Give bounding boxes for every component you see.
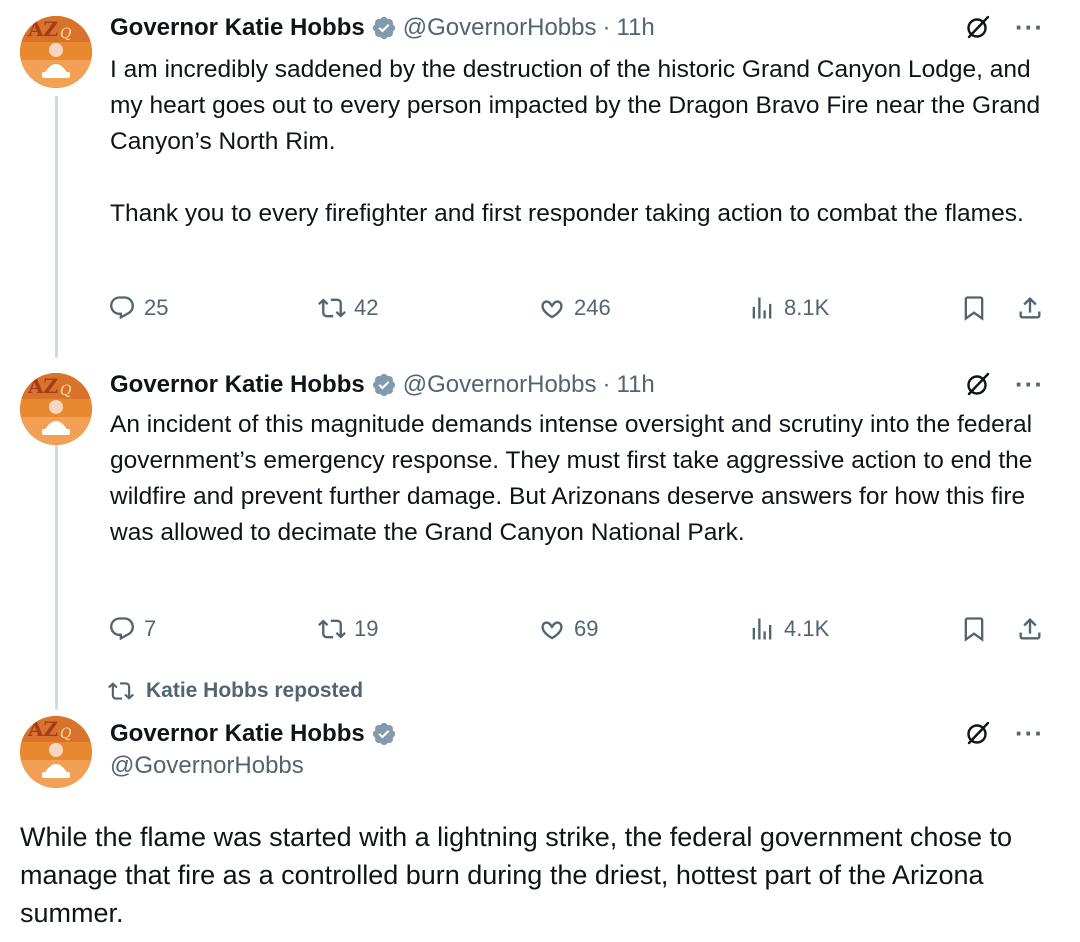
author-handle[interactable]: @GovernorHobbs	[403, 371, 597, 399]
views-count: 8.1K	[784, 295, 830, 320]
like-button[interactable]: 69	[538, 611, 598, 647]
retweet-icon	[318, 298, 346, 318]
verified-badge-icon[interactable]	[371, 721, 397, 747]
author-handle[interactable]: @GovernorHobbs	[403, 14, 597, 42]
tweet-actions: 7 19 69 4.1K	[108, 611, 1048, 647]
reply-button[interactable]: 7	[108, 611, 156, 647]
tweet-text: While the flame was started with a light…	[20, 822, 1012, 928]
tweet-paragraph: An incident of this magnitude demands in…	[110, 411, 1033, 546]
tweet-text: I am incredibly saddened by the destruct…	[110, 52, 1050, 232]
more-icon[interactable]: ···	[1015, 720, 1044, 746]
bookmark-icon	[964, 617, 984, 642]
tweet[interactable]: AZ Q Governor Katie Hobbs @GovernorHobbs…	[0, 365, 1080, 665]
svg-text:AZ: AZ	[27, 717, 58, 741]
reply-icon	[110, 296, 134, 320]
verified-badge-icon[interactable]	[371, 15, 397, 41]
heart-icon	[541, 621, 563, 640]
tweet-top-icons: ···	[963, 718, 1044, 748]
tweet[interactable]: AZ Q Governor Katie Hobbs @GovernorHobbs…	[0, 8, 1080, 338]
tweet-top-icons: ···	[963, 369, 1044, 399]
share-icon	[1019, 297, 1041, 319]
avatar[interactable]: AZ Q	[20, 716, 92, 788]
tweet-header: Governor Katie Hobbs @GovernorHobbs · 11…	[110, 8, 655, 48]
author-name[interactable]: Governor Katie Hobbs	[110, 14, 365, 42]
reply-button[interactable]: 25	[108, 290, 168, 326]
views-count: 4.1K	[784, 616, 830, 641]
like-count: 246	[574, 295, 611, 320]
retweet-button[interactable]: 42	[318, 290, 378, 326]
svg-text:AZ: AZ	[27, 374, 58, 398]
author-name[interactable]: Governor Katie Hobbs	[110, 720, 365, 748]
more-icon[interactable]: ···	[1015, 371, 1044, 397]
bookmark-icon	[964, 296, 984, 321]
grok-icon[interactable]	[963, 369, 993, 399]
separator: ·	[602, 371, 611, 398]
retweet-icon	[318, 619, 346, 639]
retweet-icon	[108, 682, 134, 700]
timestamp[interactable]: 11h	[617, 14, 655, 42]
reply-icon	[110, 617, 134, 641]
tweet-thread: AZ Q Governor Katie Hobbs @GovernorHobbs…	[0, 0, 1080, 942]
timestamp[interactable]: 11h	[617, 371, 655, 399]
views-button[interactable]: 4.1K	[748, 611, 829, 647]
bookmark-button[interactable]	[960, 611, 988, 647]
tweet-text: An incident of this magnitude demands in…	[110, 407, 1050, 551]
svg-text:Q: Q	[60, 726, 72, 742]
views-icon	[752, 618, 772, 640]
like-count: 69	[574, 616, 599, 641]
repost-indicator[interactable]: Katie Hobbs reposted	[108, 678, 363, 704]
verified-badge-icon[interactable]	[371, 372, 397, 398]
tweet-paragraph: Thank you to every firefighter and first…	[110, 200, 1024, 227]
svg-text:Q: Q	[60, 383, 72, 399]
views-button[interactable]: 8.1K	[748, 290, 829, 326]
separator: ·	[602, 14, 611, 41]
tweet-actions: 25 42 246 8.1K	[108, 290, 1048, 326]
reply-count: 25	[144, 295, 169, 320]
repost-label-text: Katie Hobbs reposted	[146, 679, 364, 702]
heart-icon	[541, 300, 563, 319]
views-icon	[752, 297, 772, 319]
reply-count: 7	[144, 616, 157, 641]
tweet-header: Governor Katie Hobbs @GovernorHobbs · 11…	[110, 365, 655, 405]
retweet-count: 42	[354, 295, 379, 320]
author-name[interactable]: Governor Katie Hobbs	[110, 371, 365, 399]
like-button[interactable]: 246	[538, 290, 611, 326]
retweet-button[interactable]: 19	[318, 611, 378, 647]
grok-icon[interactable]	[963, 718, 993, 748]
tweet-paragraph: I am incredibly saddened by the destruct…	[110, 56, 1041, 155]
share-button[interactable]	[1016, 290, 1044, 326]
author-handle[interactable]: @GovernorHobbs	[110, 752, 304, 780]
bookmark-button[interactable]	[960, 290, 988, 326]
more-icon[interactable]: ···	[1015, 14, 1044, 40]
avatar[interactable]: AZ Q	[20, 16, 92, 88]
retweet-count: 19	[354, 616, 379, 641]
tweet-header: Governor Katie Hobbs	[110, 714, 403, 754]
share-button[interactable]	[1016, 611, 1044, 647]
share-icon	[1019, 618, 1041, 640]
tweet-top-icons: ···	[963, 12, 1044, 42]
avatar[interactable]: AZ Q	[20, 373, 92, 445]
svg-text:Q: Q	[60, 26, 72, 42]
grok-icon[interactable]	[963, 12, 993, 42]
svg-text:AZ: AZ	[27, 17, 58, 41]
